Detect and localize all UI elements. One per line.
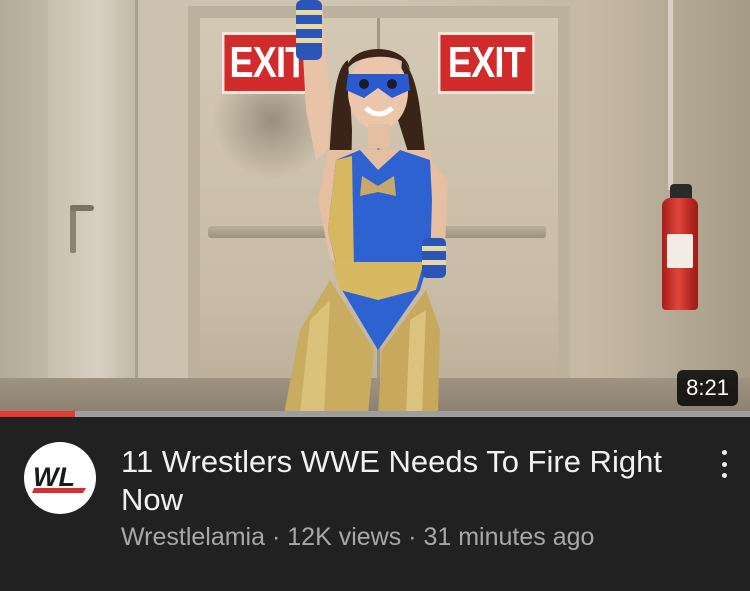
wall-pipe [668,0,673,190]
video-title[interactable]: 11 Wrestlers WWE Needs To Fire Right Now [121,443,691,519]
upload-age: 31 minutes ago [423,523,595,551]
duration-badge: 8:21 [677,370,738,406]
video-thumbnail[interactable]: EXIT EXIT 8:21 [0,0,750,414]
fire-extinguisher [660,184,704,310]
meta-separator: · [271,523,281,551]
more-vert-icon[interactable] [712,444,736,484]
watch-progress-fill [0,411,75,417]
video-metadata: Wrestlelamia · 12K views · 31 minutes ag… [121,521,721,553]
wrestler-figure [284,0,448,414]
channel-name[interactable]: Wrestlelamia [121,523,265,551]
wrestlelamia-logo-icon: WL [32,462,86,493]
video-card[interactable]: EXIT EXIT 8:21 WL 11 Wrestlers WWE Needs… [0,0,750,591]
meta-separator: · [408,523,417,551]
door-handle-plate [70,205,76,253]
avatar-logo-text: WL [33,462,75,492]
watch-progress-bar [0,411,750,417]
channel-avatar[interactable]: WL [24,442,96,514]
view-count: 12K views [287,523,402,551]
door-handle [70,205,94,211]
